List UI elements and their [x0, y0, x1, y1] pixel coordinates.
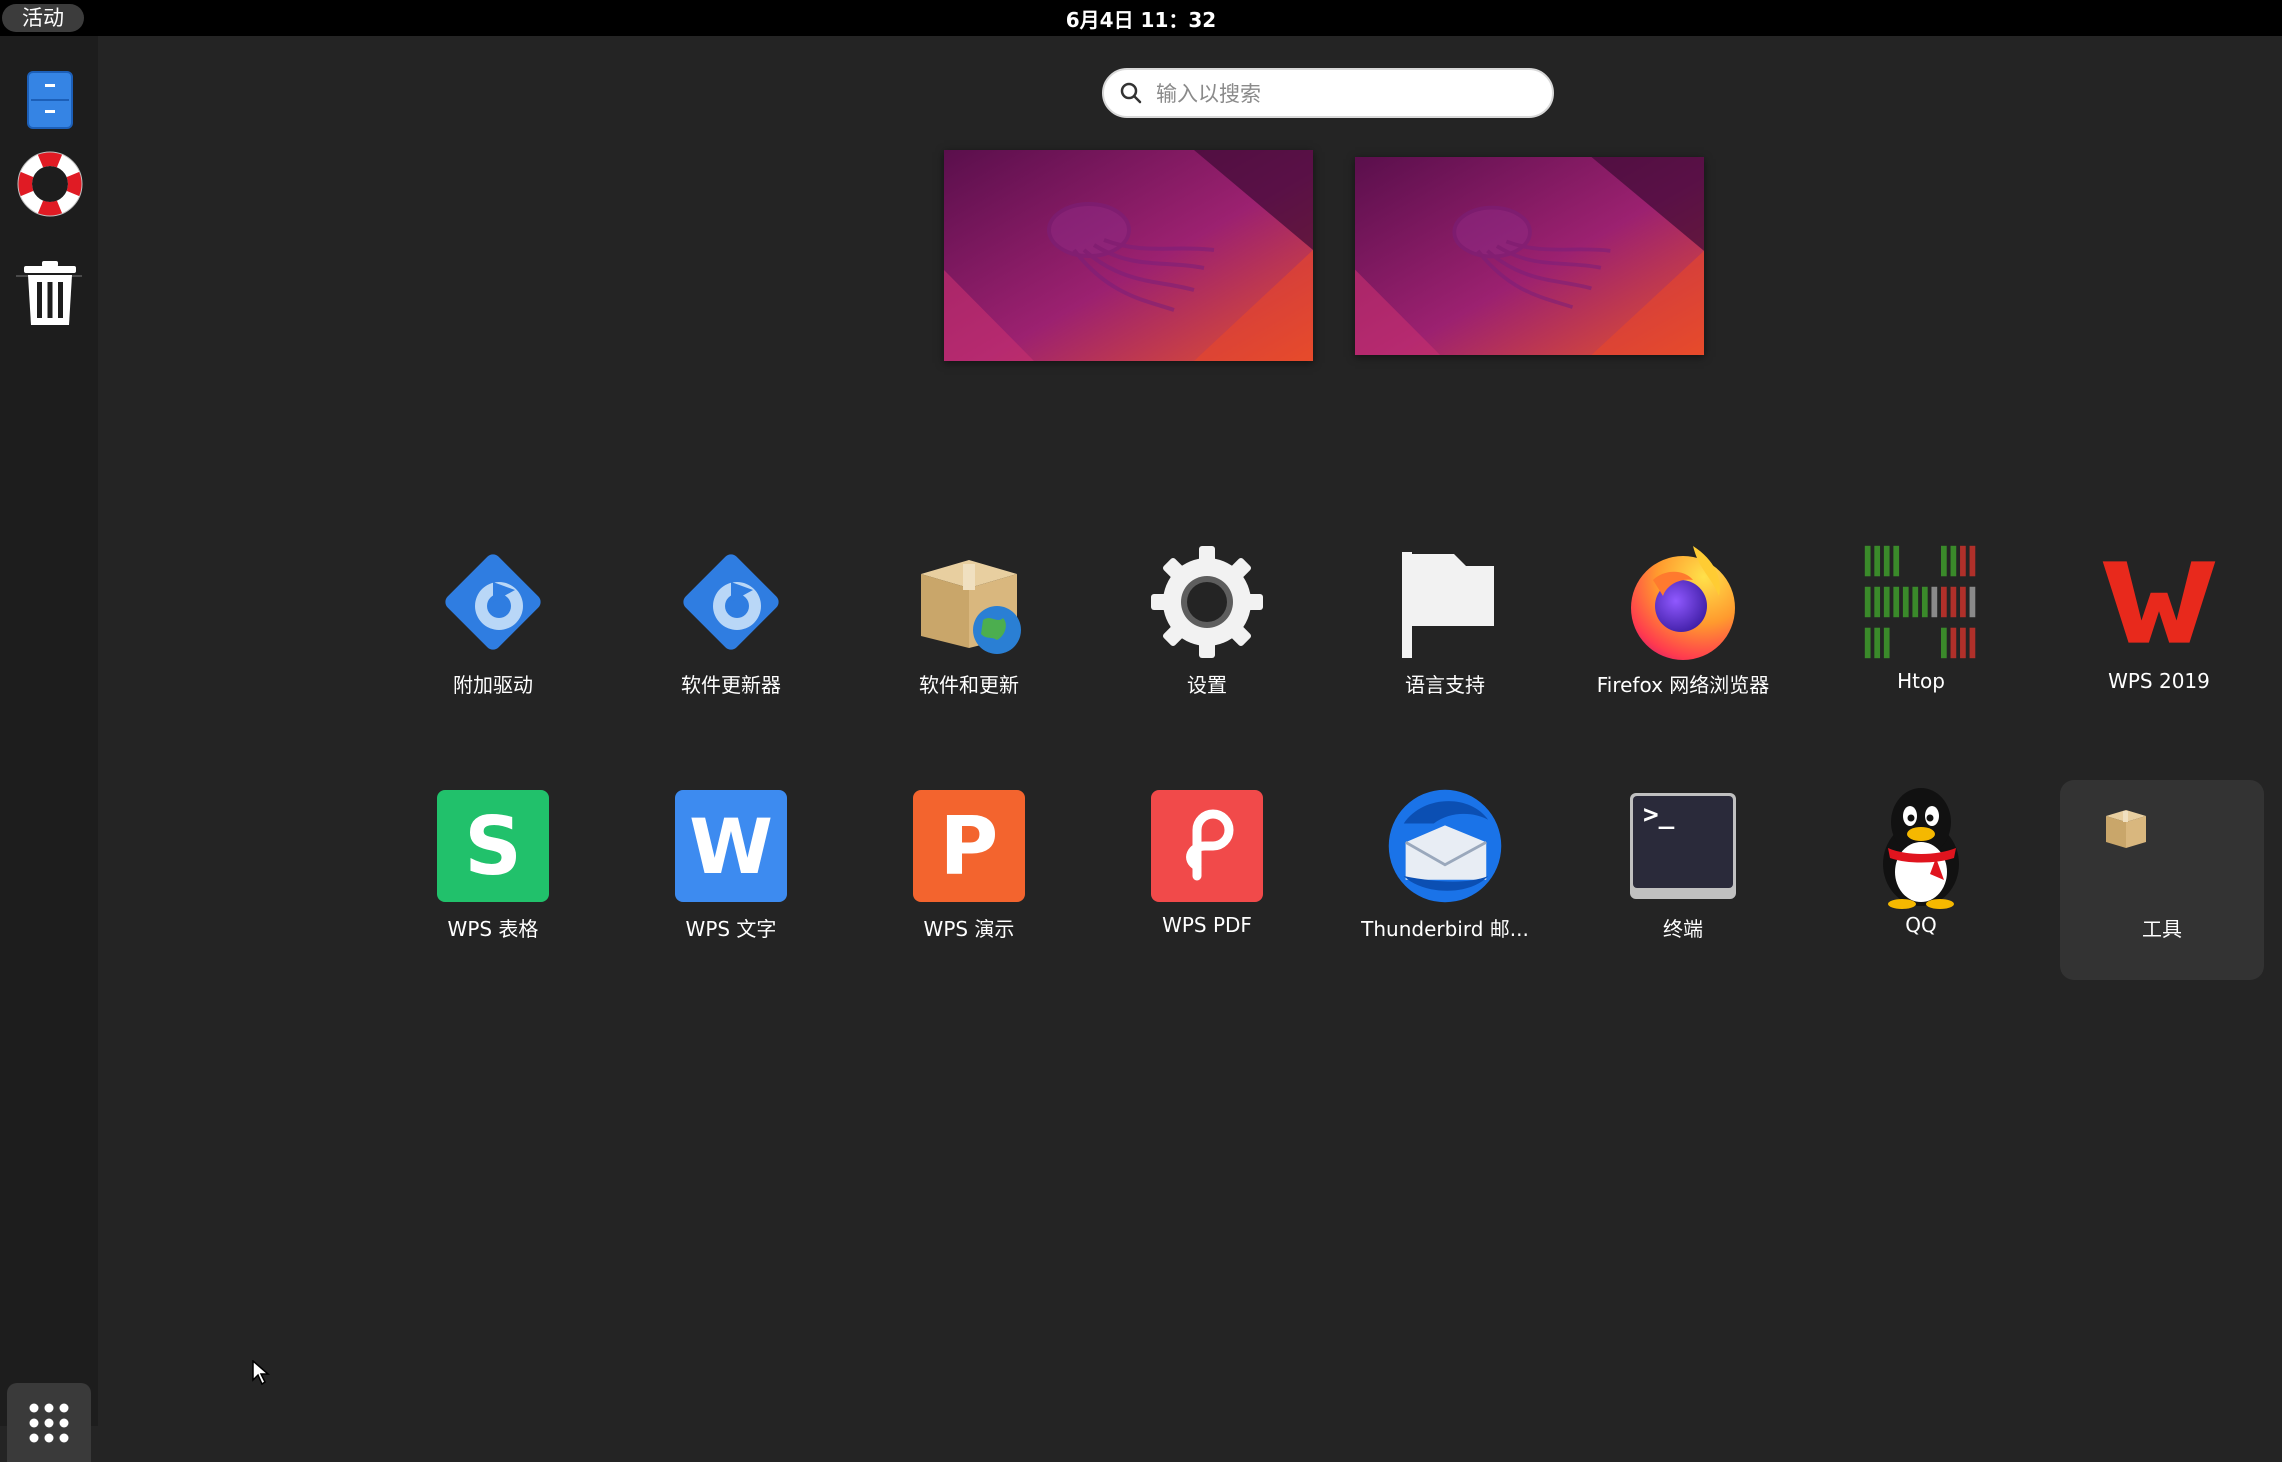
search-icon [1120, 82, 1142, 104]
app-qq[interactable]: QQ [1811, 780, 2031, 980]
app-wps-presentation[interactable]: P WPS 演示 [859, 780, 1079, 980]
app-label: WPS PDF [1162, 913, 1252, 937]
app-label: WPS 文字 [685, 917, 777, 941]
wps-presentation-icon: P [909, 786, 1029, 906]
app-label: 语言支持 [1405, 673, 1485, 697]
app-wps-writer[interactable]: W WPS 文字 [621, 780, 841, 980]
htop-icon [1861, 542, 1981, 662]
app-htop[interactable]: Htop [1811, 536, 2031, 736]
app-additional-drivers[interactable]: 附加驱动 [383, 536, 603, 736]
lifebuoy-icon [17, 151, 83, 217]
app-terminal[interactable]: >_ 终端 [1573, 780, 1793, 980]
app-label: 软件更新器 [681, 673, 781, 697]
wps-letter: P [913, 790, 1025, 902]
workspace-thumbnail-1[interactable] [944, 150, 1313, 361]
app-label: QQ [1905, 913, 1937, 937]
app-label: 附加驱动 [453, 673, 533, 697]
file-cabinet-icon [27, 71, 73, 129]
thunderbird-icon [1385, 786, 1505, 906]
wps-letter: W [675, 790, 787, 902]
app-thunderbird[interactable]: Thunderbird 邮... [1335, 780, 1555, 980]
dock-item-files[interactable] [6, 56, 94, 144]
terminal-prompt: >_ [1633, 796, 1733, 888]
app-label: 工具 [2142, 917, 2182, 941]
wps-logo-icon [2099, 542, 2219, 662]
wallpaper-jellyfish-image [1355, 157, 1704, 355]
top-bar: 6月4日 11：32 活动 [0, 0, 2282, 36]
terminal-icon: >_ [1623, 786, 1743, 906]
app-label: WPS 演示 [923, 917, 1015, 941]
app-wps-pdf[interactable]: WPS PDF [1097, 780, 1317, 980]
dock-item-help[interactable] [6, 140, 94, 228]
workspace-thumbnail-2[interactable] [1355, 157, 1704, 355]
wallpaper-jellyfish-image [944, 150, 1313, 361]
app-folder-tools[interactable]: 工具 [2060, 780, 2264, 980]
grid-dots-icon [29, 1403, 69, 1442]
app-label: WPS 2019 [2108, 669, 2210, 693]
qq-penguin-icon [1861, 786, 1981, 909]
search-box[interactable] [1102, 68, 1554, 118]
flag-icon [1385, 542, 1505, 662]
mouse-cursor-icon [252, 1360, 270, 1386]
app-software-updater[interactable]: 软件更新器 [621, 536, 841, 736]
app-label: Htop [1897, 669, 1945, 693]
software-box-globe-icon [909, 542, 1029, 662]
search-input[interactable] [1154, 72, 1538, 116]
app-label: WPS 表格 [447, 917, 539, 941]
app-settings[interactable]: 设置 [1097, 536, 1317, 736]
wps-writer-icon: W [671, 786, 791, 906]
trash-icon [24, 261, 76, 325]
app-label: 终端 [1663, 917, 1703, 941]
dock [0, 36, 98, 1462]
wps-pdf-icon [1147, 786, 1267, 906]
activities-button[interactable]: 活动 [2, 4, 84, 32]
software-updater-icon [671, 542, 791, 662]
app-label: Thunderbird 邮... [1361, 917, 1529, 941]
driver-gear-icon [433, 542, 553, 662]
dock-item-trash[interactable] [6, 250, 94, 338]
app-label: 软件和更新 [919, 673, 1019, 697]
app-firefox[interactable]: Firefox 网络浏览器 [1573, 536, 1793, 736]
settings-gear-icon [1147, 542, 1267, 662]
app-language-support[interactable]: 语言支持 [1335, 536, 1555, 736]
clock[interactable]: 6月4日 11：32 [0, 0, 2282, 36]
app-label: 设置 [1187, 673, 1227, 697]
app-software-properties[interactable]: 软件和更新 [859, 536, 1079, 736]
firefox-icon [1623, 542, 1743, 662]
app-wps-2019[interactable]: WPS 2019 [2049, 536, 2269, 736]
show-apps-button[interactable] [7, 1383, 91, 1462]
wps-spreadsheet-icon: S [433, 786, 553, 906]
wps-letter: S [437, 790, 549, 902]
app-wps-spreadsheet[interactable]: S WPS 表格 [383, 780, 603, 980]
app-label: Firefox 网络浏览器 [1596, 673, 1770, 697]
folder-package-icon [2104, 806, 2148, 850]
